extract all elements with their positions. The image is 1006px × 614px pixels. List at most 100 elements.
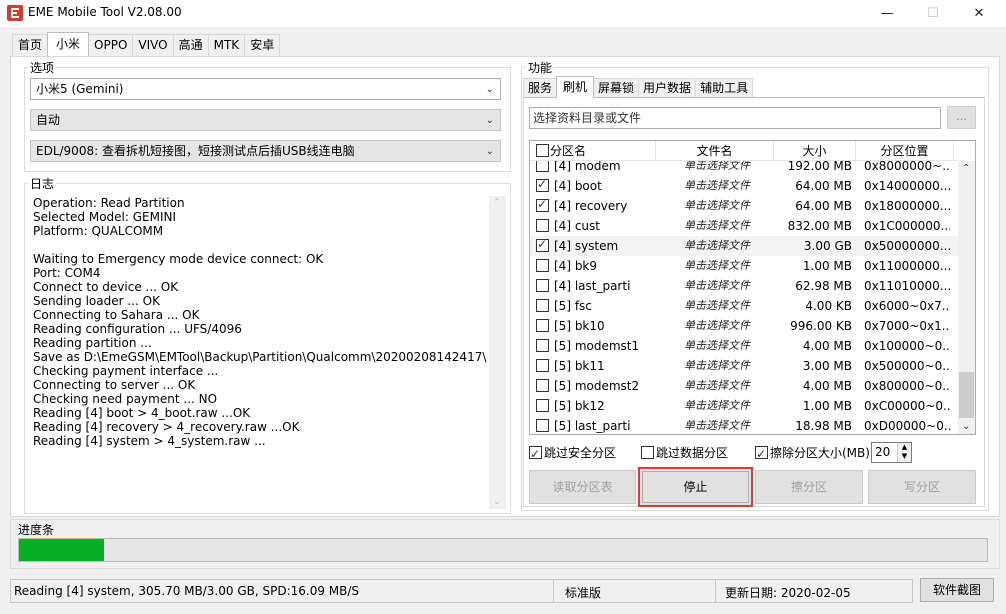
edl-select[interactable]: EDL/9008: 查看拆机短接图，短接测试点后插USB线连电脑 ⌄ [30,140,501,162]
file-select-cell[interactable]: 单击选择文件 [684,316,784,336]
table-row[interactable]: [5] fsc 单击选择文件 4.00 KB 0x6000~0x7... [530,296,959,316]
row-checkbox[interactable] [536,299,549,312]
file-select-cell[interactable]: 单击选择文件 [684,216,784,236]
log-text: Operation: Read Partition Selected Model:… [33,196,486,448]
skip-data-checkbox[interactable] [641,446,654,459]
col-partition-name[interactable]: 分区名 [550,141,656,161]
file-select-cell[interactable]: 单击选择文件 [684,236,784,256]
edition-label: 标准版 [565,586,602,600]
tab-user-data[interactable]: 用户数据 [638,78,697,98]
write-partition-button[interactable]: 写分区 [868,470,976,504]
partition-name-cell: [5] bk12 [554,399,605,413]
row-checkbox[interactable] [536,177,549,192]
select-all-checkbox[interactable] [536,144,549,157]
model-select[interactable]: 小米5 (Gemini) ⌄ [30,78,501,100]
table-row[interactable]: [5] bk11 单击选择文件 3.00 MB 0x500000~0... [530,356,959,376]
tab-oppo[interactable]: OPPO [88,34,134,56]
table-row[interactable]: [4] system 单击选择文件 3.00 GB 0x50000000... [530,236,959,256]
table-row[interactable]: [5] last_parti 单击选择文件 18.98 MB 0xD00000~0..… [530,416,959,434]
file-select-cell[interactable]: 单击选择文件 [684,416,784,434]
scroll-down-icon[interactable]: ⌄ [962,421,970,432]
tab-android[interactable]: 安卓 [244,34,281,56]
spinner-arrows-icon[interactable]: ▲ ▼ [897,443,911,462]
file-select-cell[interactable]: 单击选择文件 [684,296,784,316]
file-select-cell[interactable]: 单击选择文件 [684,336,784,356]
row-checkbox[interactable] [536,237,549,252]
file-select-cell[interactable]: 单击选择文件 [684,196,784,216]
tab-mtk[interactable]: MTK [207,34,246,56]
col-location[interactable]: 分区位置 [856,141,954,161]
file-select-cell[interactable]: 单击选择文件 [684,396,784,416]
scroll-up-icon[interactable]: ⌃ [962,163,970,174]
maximize-button[interactable]: ☐ [910,0,956,27]
row-checkbox[interactable] [536,339,549,352]
row-checkbox[interactable] [536,419,549,432]
file-select-cell[interactable]: 单击选择文件 [684,256,784,276]
scroll-down-icon[interactable]: ⌄ [493,497,501,507]
table-row[interactable]: [4] cust 单击选择文件 832.00 MB 0x1C000000... [530,216,959,236]
row-checkbox[interactable] [536,399,549,412]
screenshot-button[interactable]: 软件截图 [920,578,994,602]
row-checkbox[interactable] [536,319,549,332]
erase-size-checkbox[interactable] [755,444,768,464]
firmware-path-input[interactable]: 选择资料目录或文件 [529,107,941,129]
row-checkbox[interactable] [536,379,549,392]
location-cell: 0xC00000~0... [864,399,950,413]
browse-button[interactable]: ... [947,106,976,129]
tab-tools[interactable]: 辅助工具 [695,78,754,98]
partition-table-body: [4] modem单击选择文件192.00 MB0x8000000~...[4]… [530,156,959,434]
location-cell: 0x1C000000... [864,219,950,233]
location-cell: 0x7000~0x1... [864,319,950,333]
table-row[interactable]: [5] bk12 单击选择文件 1.00 MB 0xC00000~0... [530,396,959,416]
main-tabs: 首页 小米 OPPO VIVO 高通 MTK 安卓 [12,32,281,56]
size-cell: 3.00 MB [802,359,852,373]
scroll-up-icon[interactable]: ⌃ [493,198,501,208]
size-cell: 62.98 MB [795,279,852,293]
size-cell: 832.00 MB [787,219,852,233]
tab-vivo[interactable]: VIVO [132,34,174,56]
progress-bar [18,538,988,562]
table-row[interactable]: [4] last_parti 单击选择文件 62.98 MB 0x11010000..… [530,276,959,296]
table-row[interactable]: [4] bk9 单击选择文件 1.00 MB 0x11000000... [530,256,959,276]
tab-service[interactable]: 服务 [523,78,558,98]
partition-name-cell: [4] cust [554,219,600,233]
size-cell: 3.00 GB [803,239,852,253]
log-line: Operation: Read Partition [33,196,185,210]
row-checkbox[interactable] [536,259,549,272]
tab-xiaomi[interactable]: 小米 [47,32,90,56]
skip-safe-checkbox[interactable] [529,444,542,464]
function-label: 功能 [526,59,555,76]
read-partition-table-button[interactable]: 读取分区表 [529,470,636,504]
close-button[interactable]: ✕ [956,0,1002,27]
table-row[interactable]: [4] boot 单击选择文件 64.00 MB 0x14000000... [530,176,959,196]
table-scroll-thumb[interactable] [959,372,974,418]
stop-button[interactable]: 停止 [638,467,753,507]
progress-fill [19,539,104,561]
mode-select[interactable]: 自动 ⌄ [30,109,501,131]
log-scrollbar[interactable]: ⌃ ⌄ [489,196,506,509]
erase-partition-button[interactable]: 擦分区 [755,470,863,504]
file-select-cell[interactable]: 单击选择文件 [684,276,784,296]
stop-button-label: 停止 [642,471,749,503]
minimize-button[interactable]: — [864,0,910,27]
row-checkbox[interactable] [536,359,549,372]
file-select-cell[interactable]: 单击选择文件 [684,356,784,376]
tab-screen-lock[interactable]: 屏幕锁 [593,78,640,98]
table-row[interactable]: [5] modemst2 单击选择文件 4.00 MB 0x800000~0... [530,376,959,396]
tab-qualcomm[interactable]: 高通 [172,34,209,56]
row-checkbox[interactable] [536,219,549,232]
table-row[interactable]: [5] modemst1 单击选择文件 4.00 MB 0x100000~0... [530,336,959,356]
table-row[interactable]: [5] bk10 单击选择文件 996.00 KB 0x7000~0x1... [530,316,959,336]
table-scrollbar[interactable]: ⌃ ⌄ [958,161,975,434]
table-row[interactable]: [4] recovery 单击选择文件 64.00 MB 0x18000000... [530,196,959,216]
file-select-cell[interactable]: 单击选择文件 [684,176,784,196]
erase-size-spinner[interactable]: 20 ▲ ▼ [871,442,912,463]
tab-flash[interactable]: 刷机 [556,76,595,98]
tab-home[interactable]: 首页 [12,34,49,56]
col-size[interactable]: 大小 [774,141,856,161]
file-select-cell[interactable]: 单击选择文件 [684,376,784,396]
col-file-name[interactable]: 文件名 [656,141,774,161]
row-checkbox[interactable] [536,197,549,212]
status-divider [715,580,716,602]
row-checkbox[interactable] [536,279,549,292]
